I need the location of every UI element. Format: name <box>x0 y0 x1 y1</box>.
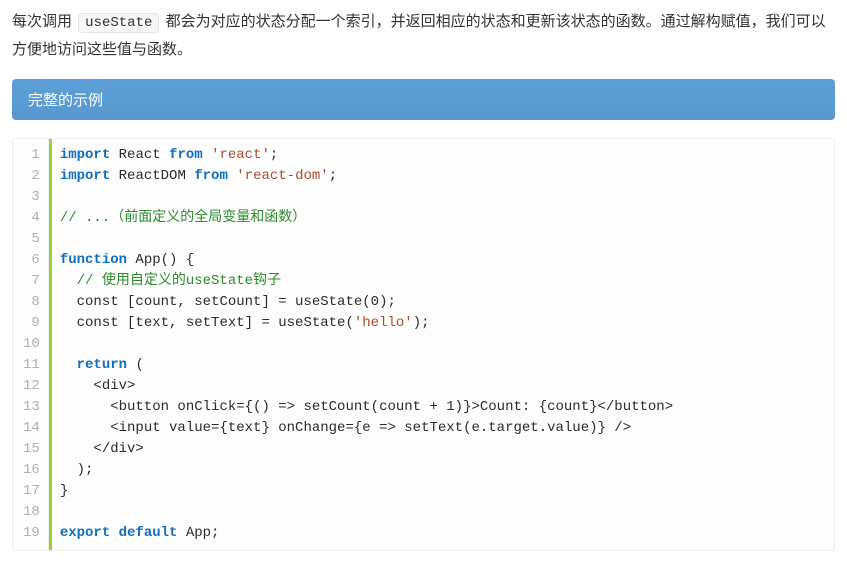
code-token: ( <box>127 357 144 373</box>
code-body: import React from 'react';import ReactDO… <box>49 139 834 550</box>
code-line: const [count, setCount] = useState(0); <box>60 292 822 313</box>
code-line: import ReactDOM from 'react-dom'; <box>60 166 822 187</box>
line-number: 14 <box>23 418 40 439</box>
code-token: const [text, setText] = useState( <box>60 315 354 331</box>
code-block: 12345678910111213141516171819 import Rea… <box>12 138 835 551</box>
code-line: import React from 'react'; <box>60 145 822 166</box>
code-token: App; <box>177 525 219 541</box>
code-token: <input value={text} onChange={e => setTe… <box>60 420 631 436</box>
line-number: 16 <box>23 460 40 481</box>
code-line <box>60 334 822 355</box>
code-line: export default App; <box>60 523 822 544</box>
code-line <box>60 187 822 208</box>
line-number: 10 <box>23 334 40 355</box>
code-line: function App() { <box>60 250 822 271</box>
code-line: <div> <box>60 376 822 397</box>
code-token: const [count, setCount] = useState(0); <box>60 294 396 310</box>
callout-title: 完整的示例 <box>28 92 103 109</box>
code-token: React <box>110 147 169 163</box>
code-token: ; <box>329 168 337 184</box>
line-number: 1 <box>23 145 40 166</box>
code-token: import <box>60 168 110 184</box>
code-token: App() { <box>127 252 194 268</box>
code-line: const [text, setText] = useState('hello'… <box>60 313 822 334</box>
code-token: } <box>60 483 68 499</box>
code-line: return ( <box>60 355 822 376</box>
code-line <box>60 502 822 523</box>
code-token <box>60 357 77 373</box>
code-token: 'hello' <box>354 315 413 331</box>
intro-paragraph: 每次调用 useState 都会为对应的状态分配一个索引，并返回相应的状态和更新… <box>12 8 835 63</box>
line-number: 19 <box>23 523 40 544</box>
code-token: default <box>119 525 178 541</box>
line-number: 8 <box>23 292 40 313</box>
line-number: 4 <box>23 208 40 229</box>
line-number: 3 <box>23 187 40 208</box>
code-line: ); <box>60 460 822 481</box>
line-number: 9 <box>23 313 40 334</box>
line-number: 12 <box>23 376 40 397</box>
code-line: // ...（前面定义的全局变量和函数） <box>60 208 822 229</box>
code-line: } <box>60 481 822 502</box>
code-token: 'react-dom' <box>236 168 328 184</box>
code-token: ; <box>270 147 278 163</box>
line-number: 11 <box>23 355 40 376</box>
code-line: // 使用自定义的useState钩子 <box>60 271 822 292</box>
code-token <box>60 273 77 289</box>
code-line: <button onClick={() => setCount(count + … <box>60 397 822 418</box>
line-number: 7 <box>23 271 40 292</box>
code-token: import <box>60 147 110 163</box>
line-number: 18 <box>23 502 40 523</box>
code-token: 'react' <box>211 147 270 163</box>
inline-code-usestate: useState <box>78 13 159 33</box>
code-line: </div> <box>60 439 822 460</box>
code-token: ); <box>413 315 430 331</box>
code-token: return <box>77 357 127 373</box>
code-gutter: 12345678910111213141516171819 <box>13 139 49 550</box>
line-number: 2 <box>23 166 40 187</box>
line-number: 13 <box>23 397 40 418</box>
code-token: from <box>169 147 203 163</box>
code-token: <button onClick={() => setCount(count + … <box>60 399 673 415</box>
code-token <box>203 147 211 163</box>
callout-example-header: 完整的示例 <box>12 79 835 120</box>
code-token <box>110 525 118 541</box>
code-token: </div> <box>60 441 144 457</box>
line-number: 17 <box>23 481 40 502</box>
code-token: from <box>194 168 228 184</box>
code-token: function <box>60 252 127 268</box>
code-line: <input value={text} onChange={e => setTe… <box>60 418 822 439</box>
intro-prefix: 每次调用 <box>12 13 76 30</box>
line-number: 15 <box>23 439 40 460</box>
line-number: 5 <box>23 229 40 250</box>
code-token <box>228 168 236 184</box>
code-token: export <box>60 525 110 541</box>
code-token: // ...（前面定义的全局变量和函数） <box>60 210 306 226</box>
code-token: <div> <box>60 378 136 394</box>
line-number: 6 <box>23 250 40 271</box>
code-token: ReactDOM <box>110 168 194 184</box>
code-token: ); <box>60 462 94 478</box>
code-line <box>60 229 822 250</box>
code-token: // 使用自定义的useState钩子 <box>77 273 281 289</box>
